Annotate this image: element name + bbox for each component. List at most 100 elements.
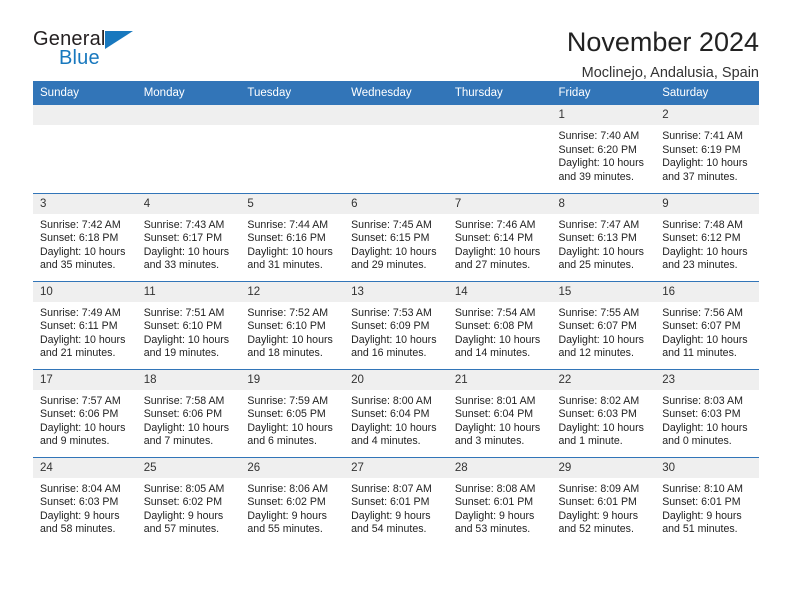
sunset-text: Sunset: 6:08 PM <box>454 320 534 333</box>
day-number: 10 <box>33 281 137 302</box>
daylight-text-line2: and 57 minutes. <box>143 523 220 536</box>
sunrise-text: Sunrise: 8:10 AM <box>662 482 743 495</box>
sunset-text: Sunset: 6:15 PM <box>351 232 430 245</box>
daylight-text-line2: and 11 minutes. <box>662 347 737 360</box>
calendar-day-cell[interactable]: 13 Sunrise: 7:53 AM Sunset: 6:09 PM Dayligh… <box>344 280 448 369</box>
sunset-text: Sunset: 6:06 PM <box>143 408 223 421</box>
day-details: Sunrise: 8:01 AM Sunset: 6:04 PM Daylight:… <box>448 390 552 449</box>
calendar-day-cell[interactable]: 24 Sunrise: 8:04 AM Sunset: 6:03 PM Dayligh… <box>33 456 137 545</box>
day-details: Sunrise: 7:59 AM Sunset: 6:05 PM Daylight:… <box>240 390 344 449</box>
day-number: 12 <box>240 281 345 302</box>
daylight-text-line1: Daylight: 10 hours <box>558 245 644 258</box>
sunrise-text: Sunrise: 8:03 AM <box>662 394 743 407</box>
calendar-week-row: 1 Sunrise: 7:40 AM Sunset: 6:20 PM Daylight… <box>33 105 759 193</box>
day-details: Sunrise: 8:02 AM Sunset: 6:03 PM Daylight:… <box>552 390 656 449</box>
daylight-text-line1: Daylight: 9 hours <box>351 509 431 522</box>
daylight-text-line1: Daylight: 9 hours <box>662 509 742 522</box>
calendar-day-cell[interactable]: 17 Sunrise: 7:57 AM Sunset: 6:06 PM Dayligh… <box>33 368 137 457</box>
calendar-day-cell[interactable]: 26 Sunrise: 8:06 AM Sunset: 6:02 PM Dayligh… <box>240 456 345 545</box>
day-number: 3 <box>33 193 137 214</box>
daylight-text-line2: and 21 minutes. <box>40 347 116 360</box>
daylight-text-line2: and 18 minutes. <box>247 347 323 360</box>
calendar-day-cell[interactable]: 2 Sunrise: 7:41 AM Sunset: 6:19 PM Daylight… <box>655 105 759 193</box>
calendar-week-row: 10 Sunrise: 7:49 AM Sunset: 6:11 PM Dayligh… <box>33 280 759 369</box>
daylight-text-line1: Daylight: 10 hours <box>143 333 230 346</box>
day-number: 8 <box>551 193 656 214</box>
day-details: Sunrise: 7:58 AM Sunset: 6:06 PM Daylight:… <box>137 390 241 449</box>
calendar-day-cell[interactable]: 20 Sunrise: 8:00 AM Sunset: 6:04 PM Dayligh… <box>344 368 448 457</box>
calendar-day-cell[interactable]: 21 Sunrise: 8:01 AM Sunset: 6:04 PM Dayligh… <box>447 368 552 457</box>
calendar-day-cell[interactable]: 8 Sunrise: 7:47 AM Sunset: 6:13 PM Daylight… <box>551 192 656 281</box>
calendar-day-cell[interactable]: 1 Sunrise: 7:40 AM Sunset: 6:20 PM Daylight… <box>551 105 656 193</box>
daylight-text-line1: Daylight: 10 hours <box>558 157 644 170</box>
day-number: 9 <box>655 193 759 214</box>
day-number: 30 <box>655 457 759 478</box>
calendar-day-cell[interactable]: 28 Sunrise: 8:08 AM Sunset: 6:01 PM Dayligh… <box>447 456 552 545</box>
daylight-text-line1: Daylight: 10 hours <box>558 421 644 434</box>
day-details: Sunrise: 8:08 AM Sunset: 6:01 PM Daylight:… <box>448 478 552 537</box>
calendar-day-cell[interactable]: 30 Sunrise: 8:10 AM Sunset: 6:01 PM Dayligh… <box>655 456 759 545</box>
daylight-text-line1: Daylight: 10 hours <box>351 245 437 258</box>
calendar-day-cell[interactable]: 14 Sunrise: 7:54 AM Sunset: 6:08 PM Dayligh… <box>447 280 552 369</box>
sunrise-text: Sunrise: 7:47 AM <box>558 218 640 231</box>
day-number: 16 <box>655 281 759 302</box>
calendar-day-cell[interactable]: 7 Sunrise: 7:46 AM Sunset: 6:14 PM Daylight… <box>447 192 552 281</box>
day-number: 5 <box>240 193 345 214</box>
sunrise-text: Sunrise: 7:57 AM <box>40 394 121 407</box>
calendar-day-cell[interactable]: 5 Sunrise: 7:44 AM Sunset: 6:16 PM Daylight… <box>240 192 345 281</box>
general-blue-logo[interactable]: General Blue <box>33 27 153 79</box>
calendar-day-cell[interactable]: 19 Sunrise: 7:59 AM Sunset: 6:05 PM Dayligh… <box>240 368 345 457</box>
daylight-text-line2: and 0 minutes. <box>662 435 732 448</box>
day-details: Sunrise: 7:46 AM Sunset: 6:14 PM Daylight:… <box>448 214 552 273</box>
day-number <box>240 105 345 125</box>
sunset-text: Sunset: 6:03 PM <box>662 408 741 421</box>
calendar-day-cell[interactable]: 16 Sunrise: 7:56 AM Sunset: 6:07 PM Dayligh… <box>655 280 759 369</box>
daylight-text-line2: and 58 minutes. <box>40 523 116 536</box>
calendar-day-cell[interactable]: 6 Sunrise: 7:45 AM Sunset: 6:15 PM Daylight… <box>344 192 448 281</box>
day-details: Sunrise: 8:05 AM Sunset: 6:02 PM Daylight:… <box>137 478 241 537</box>
daylight-text-line1: Daylight: 10 hours <box>40 421 126 434</box>
daylight-text-line1: Daylight: 10 hours <box>454 421 541 434</box>
day-details: Sunrise: 7:41 AM Sunset: 6:19 PM Daylight:… <box>655 125 759 184</box>
day-number <box>33 105 137 125</box>
calendar-day-cell[interactable]: 11 Sunrise: 7:51 AM Sunset: 6:10 PM Dayligh… <box>136 280 241 369</box>
page-subtitle: Moclinejo, Andalusia, Spain <box>581 65 759 82</box>
calendar-day-cell[interactable]: 9 Sunrise: 7:48 AM Sunset: 6:12 PM Daylight… <box>655 192 759 281</box>
calendar-day-cell[interactable]: 29 Sunrise: 8:09 AM Sunset: 6:01 PM Dayligh… <box>551 456 656 545</box>
day-number <box>447 105 552 125</box>
calendar-day-cell[interactable]: 10 Sunrise: 7:49 AM Sunset: 6:11 PM Dayligh… <box>33 280 137 369</box>
calendar-day-cell[interactable]: 22 Sunrise: 8:02 AM Sunset: 6:03 PM Dayligh… <box>551 368 656 457</box>
day-details: Sunrise: 8:09 AM Sunset: 6:01 PM Daylight:… <box>552 478 656 537</box>
calendar-day-cell[interactable]: 18 Sunrise: 7:58 AM Sunset: 6:06 PM Dayligh… <box>136 368 241 457</box>
sunset-text: Sunset: 6:09 PM <box>351 320 430 333</box>
weekday-saturday: Saturday <box>655 81 759 105</box>
day-number: 19 <box>240 369 345 390</box>
calendar-day-cell[interactable]: 12 Sunrise: 7:52 AM Sunset: 6:10 PM Dayligh… <box>240 280 345 369</box>
calendar-day-cell[interactable]: 23 Sunrise: 8:03 AM Sunset: 6:03 PM Dayligh… <box>655 368 759 457</box>
calendar-day-cell[interactable]: 4 Sunrise: 7:43 AM Sunset: 6:17 PM Daylight… <box>136 192 241 281</box>
weekday-thursday: Thursday <box>447 81 552 105</box>
day-number: 28 <box>447 457 552 478</box>
daylight-text-line2: and 12 minutes. <box>558 347 634 360</box>
sunset-text: Sunset: 6:11 PM <box>40 320 118 333</box>
daylight-text-line2: and 9 minutes. <box>40 435 110 448</box>
weekday-sunday: Sunday <box>33 81 137 105</box>
daylight-text-line1: Daylight: 10 hours <box>143 245 230 258</box>
day-details: Sunrise: 7:44 AM Sunset: 6:16 PM Daylight:… <box>240 214 344 273</box>
calendar-day-cell[interactable]: 25 Sunrise: 8:05 AM Sunset: 6:02 PM Dayligh… <box>136 456 241 545</box>
daylight-text-line1: Daylight: 10 hours <box>247 333 333 346</box>
day-number <box>344 105 448 125</box>
sunrise-text: Sunrise: 7:51 AM <box>143 306 225 319</box>
calendar-day-cell[interactable]: 15 Sunrise: 7:55 AM Sunset: 6:07 PM Dayligh… <box>551 280 656 369</box>
day-number: 14 <box>447 281 552 302</box>
day-details: Sunrise: 8:00 AM Sunset: 6:04 PM Daylight:… <box>344 390 448 449</box>
daylight-text-line2: and 4 minutes. <box>351 435 421 448</box>
day-number: 20 <box>344 369 448 390</box>
calendar-day-cell[interactable]: 3 Sunrise: 7:42 AM Sunset: 6:18 PM Daylight… <box>33 192 137 281</box>
day-details: Sunrise: 7:51 AM Sunset: 6:10 PM Daylight:… <box>137 302 241 361</box>
day-details: Sunrise: 8:10 AM Sunset: 6:01 PM Daylight:… <box>655 478 759 537</box>
calendar-day-cell[interactable]: 27 Sunrise: 8:07 AM Sunset: 6:01 PM Dayligh… <box>344 456 448 545</box>
daylight-text-line2: and 25 minutes. <box>558 259 634 272</box>
sunset-text: Sunset: 6:16 PM <box>247 232 326 245</box>
daylight-text-line1: Daylight: 9 hours <box>454 509 535 522</box>
